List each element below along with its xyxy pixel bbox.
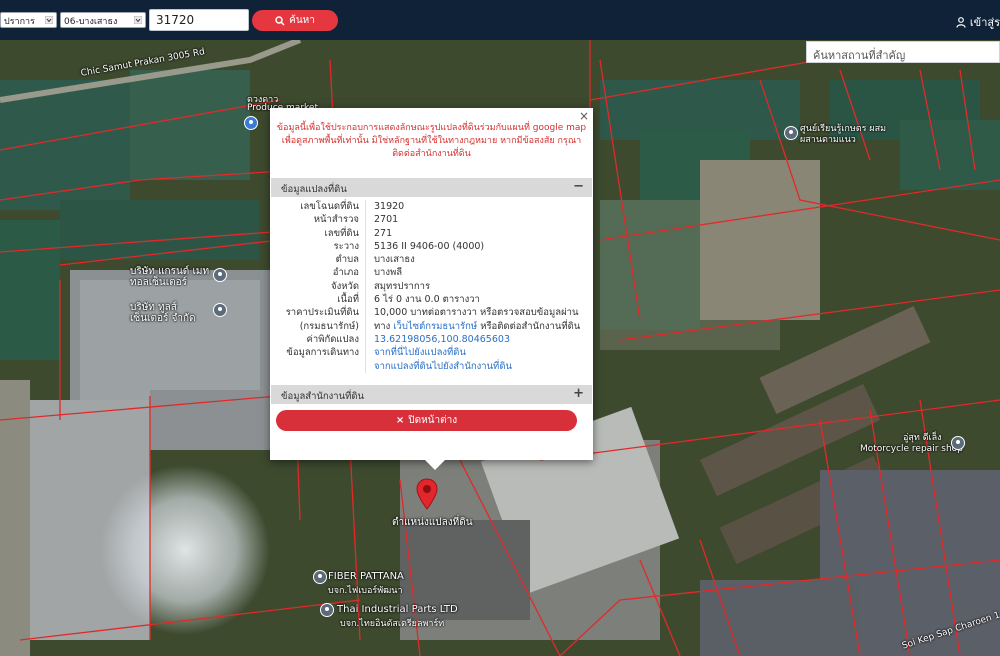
detail-label: จังหวัด (270, 279, 366, 294)
appraisal-label: ราคาประเมินที่ดิน (กรมธนารักษ์) (270, 306, 366, 333)
detail-label: เนื้อที่ (270, 293, 366, 307)
detail-value: 5136 II 9406-00 (4000) (374, 240, 485, 252)
search-icon (275, 15, 285, 26)
section-office-title: ข้อมูลสำนักงานที่ดิน (281, 391, 365, 402)
close-window-button[interactable]: × ปิดหน้าต่าง (276, 410, 577, 431)
district-select[interactable]: 06-บางเสาธง (60, 12, 146, 28)
route-to-parcel-link[interactable]: จากที่นี่ไปยังแปลงที่ดิน (374, 346, 593, 359)
detail-value: 6 ไร่ 0 งาน 0.0 ตารางวา (374, 294, 480, 306)
search-button-label: ค้นหา (289, 15, 315, 26)
parcel-number-input[interactable]: 31720 (149, 9, 249, 31)
parcel-marker-icon[interactable] (416, 478, 438, 510)
login-label: เข้าสู่ร (969, 16, 1000, 29)
detail-row: จังหวัด สมุทรปราการ (270, 279, 593, 294)
coords-label: ค่าพิกัดแปลง (270, 332, 366, 347)
map-label-parcel-position: ตำแหน่งแปลงที่ดิน (392, 517, 473, 528)
detail-label: อำเภอ (270, 266, 366, 280)
chevron-down-icon (45, 16, 53, 24)
province-select[interactable]: ปราการ (0, 12, 57, 28)
company2-pin-icon[interactable] (213, 303, 227, 317)
section-land-header[interactable]: ข้อมูลแปลงที่ดิน − (271, 178, 592, 197)
detail-value: 2701 (374, 214, 399, 226)
map-label-repair-th: อู่สุท ดีเล็ง (903, 433, 942, 443)
detail-label: ตำบล (270, 253, 366, 267)
detail-row: ระวาง 5136 II 9406-00 (4000) (270, 239, 593, 254)
map-label-school: ศูนย์เรียนรู้เกษตร ผสมผสานตามแนว (800, 124, 887, 145)
detail-row: เลขที่ดิน 271 (270, 226, 593, 240)
user-icon (956, 16, 966, 28)
collapse-icon[interactable]: − (573, 179, 584, 194)
appraisal-suffix: หรือติดต่อสำนักงานที่ดิน (480, 320, 581, 332)
travel-links: จากที่นี่ไปยังแปลงที่ดิน จากแปลงที่ดินไป… (366, 346, 593, 373)
detail-row: ตำบล บางเสาธง (270, 253, 593, 267)
detail-row: เลขโฉนดที่ดิน 31920 (270, 200, 593, 214)
treasury-website-link[interactable]: เว็บไซต์กรมธนารักษ์ (393, 321, 477, 332)
coords-row: ค่าพิกัดแปลง 13.62198056,100.80465603 (270, 332, 593, 347)
top-bar: ปราการ 06-บางเสาธง 31720 ค้นหา เข้าสู่ร (0, 0, 1000, 40)
appraisal-label-line2: (กรมธนารักษ์) (299, 320, 359, 332)
province-select-value: ปราการ (4, 17, 35, 27)
detail-value: 31920 (374, 201, 405, 212)
appraisal-label-line1: ราคาประเมินที่ดิน (285, 307, 359, 319)
chevron-down-icon (134, 16, 142, 24)
login-link[interactable]: เข้าสู่ร (956, 13, 1000, 31)
detail-value: สมุทรปราการ (374, 280, 431, 292)
repair-pin-icon[interactable] (951, 436, 965, 450)
appraisal-prefix: ทาง (374, 320, 391, 332)
detail-row: อำเภอ บางพลี (270, 266, 593, 280)
detail-value: บางเสาธง (374, 254, 415, 266)
detail-row: เนื้อที่ 6 ไร่ 0 งาน 0.0 ตารางวา (270, 293, 593, 307)
expand-icon[interactable]: + (573, 386, 584, 401)
detail-label: ระวาง (270, 239, 366, 254)
detail-row: หน้าสำรวจ 2701 (270, 213, 593, 227)
close-icon: × (395, 415, 405, 426)
close-window-label: ปิดหน้าต่าง (408, 415, 458, 426)
school-pin-icon[interactable] (784, 126, 798, 140)
section-land-title: ข้อมูลแปลงที่ดิน (281, 184, 347, 195)
appraisal-value-line1: 10,000 บาทต่อตารางวา หรือตรวจสอบข้อมูลผ่… (374, 307, 579, 319)
coords-link[interactable]: 13.62198056,100.80465603 (366, 333, 593, 346)
search-button[interactable]: ค้นหา (252, 10, 338, 31)
detail-value: บางพลี (374, 267, 403, 279)
parcel-info-popup: × ข้อมูลนี้เพื่อใช้ประกอบการแสดงลักษณะรู… (270, 108, 593, 470)
travel-label: ข้อมูลการเดินทาง (270, 346, 366, 373)
map-label-company1: บริษัท แกรนด์ เมททอลเซ็นเตอร์ (130, 266, 210, 288)
appraisal-value: 10,000 บาทต่อตารางวา หรือตรวจสอบข้อมูลผ่… (366, 306, 593, 333)
travel-row: ข้อมูลการเดินทาง จากที่นี่ไปยังแปลงที่ดิ… (270, 346, 593, 373)
thai-parts-pin-icon[interactable] (320, 603, 334, 617)
land-details: เลขโฉนดที่ดิน 31920 หน้าสำรวจ 2701 เลขที่ด… (270, 200, 593, 373)
section-office-header[interactable]: ข้อมูลสำนักงานที่ดิน + (271, 385, 592, 404)
place-search-input[interactable]: ค้นหาสถานที่สำคัญ (806, 41, 1000, 63)
detail-value: 271 (374, 227, 393, 239)
fiber-pin-icon[interactable] (313, 570, 327, 584)
map-label-fiber: FIBER PATTANA (328, 571, 404, 582)
map-label-thai-parts-th: บจก.ไทยอินดัสเตรียลพาร์ท (340, 619, 445, 629)
disclaimer-notice: ข้อมูลนี้เพื่อใช้ประกอบการแสดงลักษณะรูปแ… (276, 123, 587, 159)
company1-pin-icon[interactable] (213, 268, 227, 282)
detail-label: เลขโฉนดที่ดิน (270, 200, 366, 214)
map-label-repair-en: Motorcycle repair shop (860, 444, 963, 454)
appraisal-value-line2: ทาง เว็บไซต์กรมธนารักษ์ หรือติดต่อสำนักง… (374, 320, 593, 333)
route-to-office-link[interactable]: จากแปลงที่ดินไปยังสำนักงานที่ดิน (374, 360, 593, 373)
detail-label: หน้าสำรวจ (270, 213, 366, 227)
map-label-thai-parts: Thai Industrial Parts LTD (337, 604, 458, 615)
popup-close-icon[interactable]: × (579, 109, 589, 123)
district-select-value: 06-บางเสาธง (64, 17, 118, 27)
appraisal-row: ราคาประเมินที่ดิน (กรมธนารักษ์) 10,000 บา… (270, 306, 593, 333)
detail-label: เลขที่ดิน (270, 226, 366, 240)
map-label-company2: บริษัท ทูลส์ เซ็นเตอร์ จำกัด (130, 302, 196, 324)
map-label-fiber-th: บจก.ไฟเบอร์พัฒนา (328, 586, 403, 596)
popup-pointer (425, 460, 445, 470)
market-pin-icon[interactable] (244, 116, 258, 130)
